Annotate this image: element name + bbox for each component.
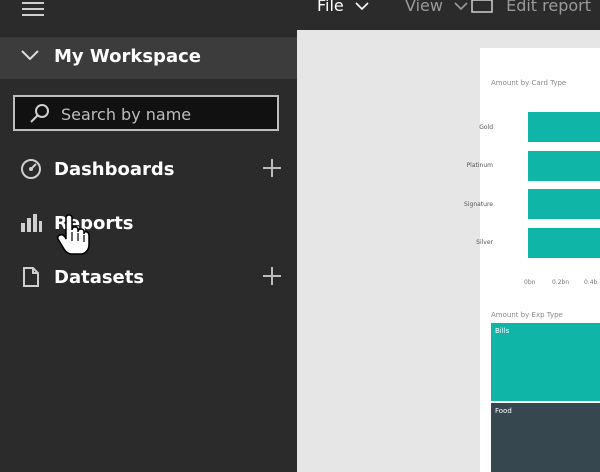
chevron-down-icon <box>355 2 369 11</box>
bar-silver[interactable] <box>528 228 600 258</box>
edit-report-button[interactable]: Edit report <box>471 0 591 15</box>
axis-tick: 0.4b <box>584 279 598 286</box>
axis-tick: 0.2bn <box>552 279 570 286</box>
sidebar-item-reports[interactable]: Reports <box>0 204 297 244</box>
add-dashboard-button[interactable] <box>262 158 282 178</box>
file-menu-label: File <box>317 0 344 15</box>
view-menu-label: View <box>405 0 443 15</box>
edit-report-label: Edit report <box>506 0 592 15</box>
sidebar-item-datasets[interactable]: Datasets <box>0 258 297 298</box>
hand-cursor-icon <box>57 214 90 255</box>
search-input[interactable]: Search by name <box>13 95 279 131</box>
search-icon <box>30 104 49 123</box>
axis-tick: 0bn <box>524 279 536 286</box>
sidebar-item-label: Datasets <box>54 267 145 288</box>
add-dataset-button[interactable] <box>262 266 282 286</box>
workspace-title: My Workspace <box>54 46 201 67</box>
chevron-down-icon <box>454 2 468 11</box>
bar-signature[interactable] <box>528 189 600 219</box>
sidebar-item-dashboards[interactable]: Dashboards <box>0 150 297 190</box>
tile-label: Food <box>495 407 512 415</box>
sidebar: My Workspace Search by name Dashboards R… <box>0 0 297 472</box>
tile-label: Bills <box>495 327 510 335</box>
workspace-header[interactable]: My Workspace <box>0 37 297 79</box>
hamburger-menu-icon[interactable] <box>22 2 44 16</box>
search-placeholder: Search by name <box>61 105 192 124</box>
bar-gold[interactable] <box>528 112 600 142</box>
treemap-tile-bills[interactable]: Bills <box>491 323 600 401</box>
document-icon <box>23 267 39 287</box>
treemap-tile-food[interactable]: Food <box>491 403 600 472</box>
view-menu[interactable]: View <box>405 0 468 15</box>
report-page: Amount by Card Type Gold Platinum Signat… <box>464 48 600 472</box>
chevron-down-icon <box>21 50 39 61</box>
chart2-title: Amount by Exp Type <box>491 311 563 319</box>
category-label: Platinum <box>466 162 493 169</box>
bar-chart-icon <box>21 214 42 232</box>
category-label: Gold <box>479 124 493 131</box>
bar-platinum[interactable] <box>528 151 600 181</box>
sidebar-item-label: Dashboards <box>54 159 175 180</box>
category-label: Silver <box>476 239 493 246</box>
top-toolbar: File View Edit report <box>297 0 600 30</box>
edit-icon <box>471 0 493 13</box>
file-menu[interactable]: File <box>317 0 369 15</box>
dashboard-icon <box>21 159 41 179</box>
chart1-title: Amount by Card Type <box>491 79 567 87</box>
category-label: Signature <box>464 201 493 208</box>
